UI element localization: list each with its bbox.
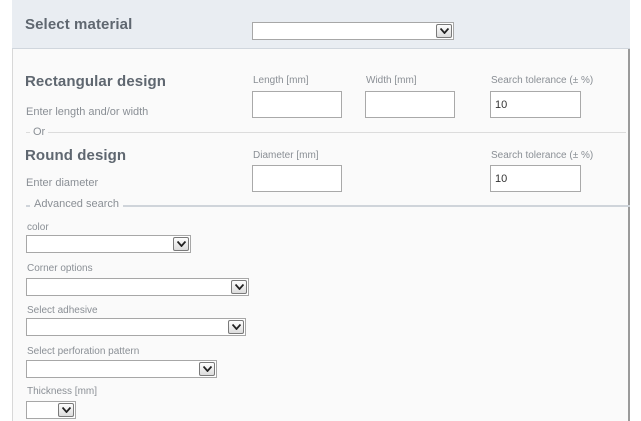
chevron-down-icon[interactable] <box>436 24 452 38</box>
rectangular-design-hint: Enter length and/or width <box>26 106 149 118</box>
color-label: color <box>27 222 49 233</box>
thickness-select[interactable] <box>26 401 76 419</box>
rect-tolerance-input[interactable] <box>490 91 581 118</box>
diameter-input[interactable] <box>252 165 342 192</box>
width-input[interactable] <box>365 91 455 118</box>
or-label: Or <box>30 126 49 138</box>
thickness-label: Thickness [mm] <box>27 386 98 397</box>
perforation-label: Select perforation pattern <box>27 346 140 357</box>
width-label: Width [mm] <box>366 75 417 86</box>
round-design-title: Round design <box>25 147 127 164</box>
rectangular-design-title: Rectangular design <box>25 73 166 90</box>
material-label: Select material <box>25 16 133 33</box>
adhesive-label: Select adhesive <box>27 305 98 316</box>
material-select[interactable] <box>252 22 454 40</box>
or-divider <box>26 132 626 133</box>
rect-tolerance-label: Search tolerance (± %) <box>491 75 594 86</box>
chevron-down-icon[interactable] <box>199 362 215 376</box>
adhesive-select[interactable] <box>26 318 246 336</box>
search-panel <box>12 0 630 421</box>
chevron-down-icon[interactable] <box>58 403 74 417</box>
round-tolerance-input[interactable] <box>490 165 581 192</box>
left-margin <box>0 0 12 421</box>
chevron-down-icon[interactable] <box>173 237 189 251</box>
round-design-hint: Enter diameter <box>26 177 99 189</box>
corner-options-select[interactable] <box>26 278 249 296</box>
perforation-select[interactable] <box>26 360 217 378</box>
length-input[interactable] <box>252 91 342 118</box>
color-select[interactable] <box>26 235 191 253</box>
length-label: Length [mm] <box>253 75 309 86</box>
round-tolerance-label: Search tolerance (± %) <box>491 150 594 161</box>
corner-options-label: Corner options <box>27 263 93 274</box>
diameter-label: Diameter [mm] <box>253 150 319 161</box>
chevron-down-icon[interactable] <box>228 320 244 334</box>
chevron-down-icon[interactable] <box>231 280 247 294</box>
advanced-search-legend: Advanced search <box>30 198 123 210</box>
